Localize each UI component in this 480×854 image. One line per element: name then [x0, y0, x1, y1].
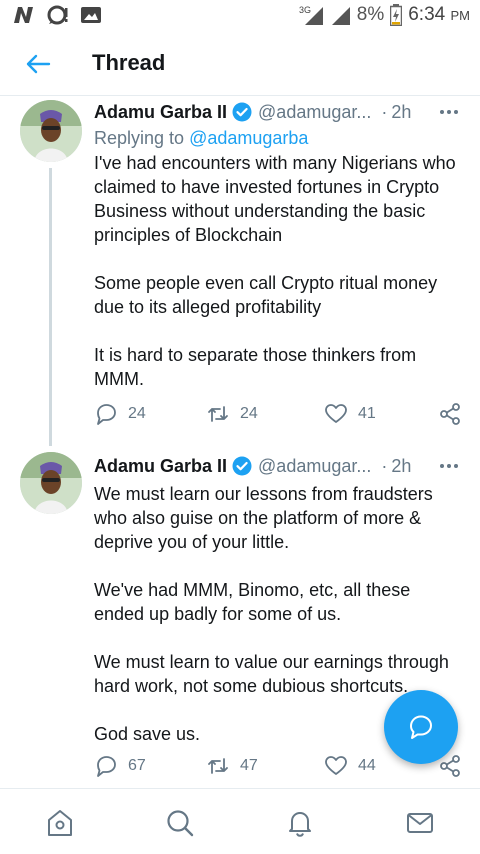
network-signal-icon: 3G [299, 5, 323, 25]
avatar[interactable] [20, 100, 82, 162]
reply-icon [97, 404, 116, 425]
battery-icon [390, 4, 403, 26]
tweet-actions: 24 24 41 [94, 402, 466, 430]
nav-messages[interactable] [404, 807, 436, 839]
author-name[interactable]: Adamu Garba II [94, 102, 227, 123]
tweet-header: Adamu Garba II @adamugar... · 2h [94, 454, 464, 478]
image-icon [81, 7, 101, 23]
avatar[interactable] [20, 452, 82, 514]
reply-count: 67 [128, 757, 146, 774]
replying-to-mention[interactable]: @adamugarba [189, 128, 308, 148]
clock-time: 6:34 [408, 4, 446, 25]
retweet-count: 47 [240, 757, 258, 774]
notifications-icon [289, 812, 311, 837]
like-count: 44 [358, 757, 376, 774]
back-button[interactable] [20, 46, 56, 82]
status-bar: 3G 8% 6:34 PM [0, 0, 480, 32]
reply-count: 24 [128, 405, 146, 422]
reply-button[interactable]: 67 [94, 754, 146, 778]
separator-dot: · [381, 455, 388, 476]
like-count: 41 [358, 405, 376, 422]
reply-icon [97, 756, 116, 777]
reply-button[interactable]: 24 [94, 402, 146, 426]
compose-tweet-button[interactable] [384, 690, 458, 764]
home-icon [48, 810, 72, 836]
tweet-text: I've had encounters with many Nigerians … [94, 153, 456, 389]
like-button[interactable]: 41 [324, 402, 376, 426]
tweet-content: Adamu Garba II @adamugar... · 2h Replyin… [94, 100, 464, 391]
retweet-icon [208, 758, 228, 774]
replying-to: Replying to @adamugarba [94, 128, 464, 149]
network-type-label: 3G [299, 5, 311, 15]
separator-dot: · [381, 101, 388, 122]
author-handle[interactable]: @adamugar... [258, 456, 371, 477]
tweet-time[interactable]: 2h [391, 102, 411, 123]
share-button[interactable] [438, 402, 462, 426]
signal-icon [331, 7, 350, 25]
app-header: Thread [0, 32, 480, 96]
clock: 6:34 PM [408, 4, 470, 26]
retweet-count: 24 [240, 405, 258, 422]
replying-to-label: Replying to [94, 128, 185, 148]
heart-icon [325, 404, 347, 423]
avatar-image [20, 100, 82, 162]
bottom-navigation [0, 788, 480, 854]
nav-notifications[interactable] [284, 807, 316, 839]
messages-icon [407, 813, 433, 833]
nav-search[interactable] [164, 807, 196, 839]
avatar-image [20, 452, 82, 514]
heart-icon [325, 756, 347, 775]
tweet-time[interactable]: 2h [391, 456, 411, 477]
retweet-button[interactable]: 24 [206, 402, 258, 426]
n-app-icon [14, 7, 33, 23]
search-icon [167, 810, 194, 837]
tweet-1[interactable]: Adamu Garba II @adamugar... · 2h Replyin… [0, 96, 480, 450]
more-options-icon[interactable] [438, 102, 460, 122]
clock-suffix: PM [450, 8, 471, 23]
compose-reply-icon [410, 715, 432, 739]
verified-badge-icon [232, 102, 252, 122]
author-handle[interactable]: @adamugar... [258, 102, 371, 123]
nav-home[interactable] [44, 807, 76, 839]
share-icon [440, 403, 460, 425]
status-right-icons: 3G 8% 6:34 PM [299, 4, 470, 26]
arrow-left-icon [26, 54, 51, 74]
more-options-icon[interactable] [438, 456, 460, 476]
retweet-button[interactable]: 47 [206, 754, 258, 778]
page-title: Thread [92, 50, 166, 75]
like-button[interactable]: 44 [324, 754, 376, 778]
battery-percent: 8% [356, 4, 385, 25]
verified-badge-icon [232, 456, 252, 476]
status-left-icons [12, 5, 102, 25]
author-name[interactable]: Adamu Garba II [94, 456, 227, 477]
retweet-icon [208, 406, 228, 422]
tweet-header: Adamu Garba II @adamugar... · 2h [94, 100, 464, 124]
thread-line [49, 168, 52, 446]
chat-icon [47, 5, 68, 25]
